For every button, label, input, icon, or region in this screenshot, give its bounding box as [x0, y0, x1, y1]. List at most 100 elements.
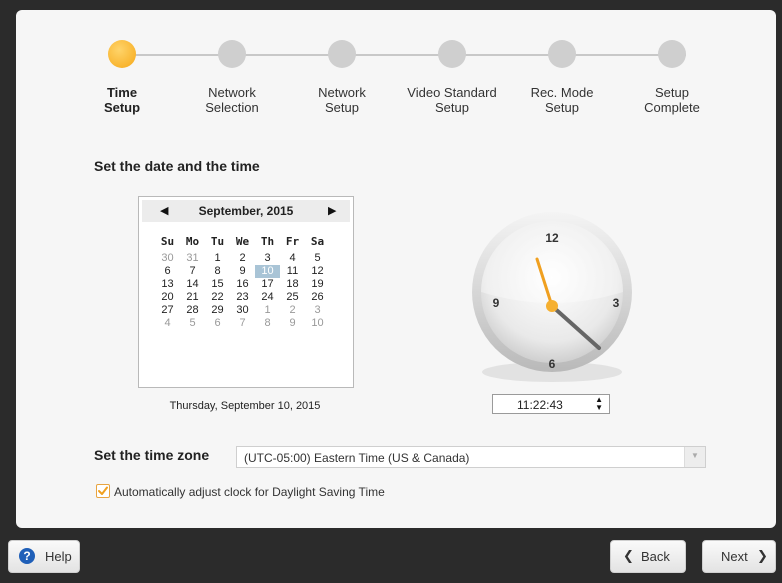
next-button[interactable]: Next ❯: [702, 540, 776, 573]
calendar-day[interactable]: 27: [155, 304, 180, 317]
step-dot-video-standard-setup: [438, 40, 466, 68]
chevron-right-icon: ❯: [757, 548, 768, 563]
chevron-left-icon: ❮: [623, 548, 634, 563]
spinner-icon[interactable]: ▲ ▼: [595, 396, 603, 412]
calendar-day[interactable]: 1: [255, 304, 280, 317]
dst-label: Automatically adjust clock for Daylight …: [114, 485, 385, 499]
timezone-select[interactable]: (UTC-05:00) Eastern Time (US & Canada) ▼: [236, 446, 706, 468]
calendar-day[interactable]: 29: [205, 304, 230, 317]
step-connector-line: [128, 54, 686, 56]
calendar-day[interactable]: 12: [305, 265, 330, 278]
calendar-day[interactable]: 16: [230, 278, 255, 291]
calendar-day[interactable]: 28: [180, 304, 205, 317]
back-button[interactable]: ❮ Back: [610, 540, 686, 573]
weekday-label: Mo: [185, 235, 200, 248]
calendar-week-row: 13 14 15 16 17 18 19: [155, 278, 330, 291]
calendar-day[interactable]: 8: [205, 265, 230, 278]
time-input[interactable]: 11:22:43 ▲ ▼: [492, 394, 610, 414]
calendar-day[interactable]: 2: [230, 252, 255, 265]
chevron-down-icon: ▼: [691, 451, 699, 460]
calendar-week-row: 6 7 8 9 10 11 12: [155, 265, 330, 278]
calendar-day[interactable]: 3: [305, 304, 330, 317]
step-label-setup-complete: Setup Complete: [644, 85, 700, 115]
analog-clock: 12 3 6 9: [469, 196, 639, 391]
weekday-label: We: [235, 235, 250, 248]
dst-checkbox[interactable]: [96, 484, 110, 498]
calendar-header: ◀ September, 2015 ▶: [142, 200, 350, 222]
checkmark-icon: [98, 486, 108, 495]
calendar-day[interactable]: 4: [155, 317, 180, 330]
calendar-day[interactable]: 23: [230, 291, 255, 304]
help-label: Help: [45, 549, 72, 564]
weekday-label: Fr: [285, 235, 300, 248]
calendar-week-row: 27 28 29 30 1 2 3: [155, 304, 330, 317]
triangle-right-icon[interactable]: ▶: [328, 204, 336, 217]
help-button[interactable]: ? Help: [8, 540, 80, 573]
calendar-day[interactable]: 31: [180, 252, 205, 265]
calendar-day[interactable]: 30: [230, 304, 255, 317]
calendar-day[interactable]: 21: [180, 291, 205, 304]
calendar-day[interactable]: 6: [155, 265, 180, 278]
step-label-video-standard-setup: Video Standard Setup: [407, 85, 497, 115]
calendar-week-row: 30 31 1 2 3 4 5: [155, 252, 330, 265]
calendar-day[interactable]: 2: [280, 304, 305, 317]
step-dot-rec-mode-setup: [548, 40, 576, 68]
time-value: 11:22:43: [517, 398, 563, 412]
selected-date-text: Thursday, September 10, 2015: [169, 400, 321, 412]
wizard-panel: Time Setup Network Selection Network Setup …: [16, 10, 776, 528]
calendar-day[interactable]: 8: [255, 317, 280, 330]
calendar-day[interactable]: 18: [280, 278, 305, 291]
clock-center: [546, 300, 558, 312]
datetime-heading: Set the date and the time: [94, 158, 260, 174]
calendar-day[interactable]: 1: [205, 252, 230, 265]
step-dot-time-setup: [108, 40, 136, 68]
calendar-day[interactable]: 10: [255, 265, 280, 278]
timezone-value: (UTC-05:00) Eastern Time (US & Canada): [244, 451, 470, 465]
step-dot-network-selection: [218, 40, 246, 68]
calendar-day[interactable]: 14: [180, 278, 205, 291]
calendar-day[interactable]: 5: [305, 252, 330, 265]
calendar-day[interactable]: 15: [205, 278, 230, 291]
step-label-rec-mode-setup: Rec. Mode Setup: [530, 85, 594, 115]
calendar-day[interactable]: 6: [205, 317, 230, 330]
calendar-day[interactable]: 11: [280, 265, 305, 278]
calendar-day[interactable]: 25: [280, 291, 305, 304]
calendar-weekday-row: Su Mo Tu We Th Fr Sa: [155, 235, 330, 248]
calendar-day[interactable]: 9: [230, 265, 255, 278]
weekday-label: Th: [260, 235, 275, 248]
calendar-month-title: September, 2015: [198, 204, 294, 218]
calendar-day[interactable]: 3: [255, 252, 280, 265]
calendar-day[interactable]: 13: [155, 278, 180, 291]
step-label-time-setup: Time Setup: [103, 85, 141, 115]
calendar-day[interactable]: 4: [280, 252, 305, 265]
calendar-day[interactable]: 19: [305, 278, 330, 291]
calendar-day[interactable]: 9: [280, 317, 305, 330]
calendar-day[interactable]: 22: [205, 291, 230, 304]
clock-number-9: 9: [493, 296, 500, 310]
calendar-day[interactable]: 20: [155, 291, 180, 304]
calendar-week-row: 4 5 6 7 8 9 10: [155, 317, 330, 330]
timezone-dropdown-button[interactable]: ▼: [684, 447, 705, 467]
calendar-day[interactable]: 10: [305, 317, 330, 330]
calendar-day[interactable]: 30: [155, 252, 180, 265]
weekday-label: Su: [160, 235, 175, 248]
clock-number-6: 6: [549, 357, 556, 371]
top-bar: [0, 0, 782, 8]
calendar-grid: Su Mo Tu We Th Fr Sa 30 31 1 2 3 4 5 6 7 8 9 10 11 12 13 14 15 1…: [155, 235, 330, 330]
calendar[interactable]: ◀ September, 2015 ▶ Su Mo Tu We Th Fr Sa 30 31 1 2…: [138, 196, 354, 388]
calendar-week-row: 20 21 22 23 24 25 26: [155, 291, 330, 304]
step-label-network-setup: Network Setup: [318, 85, 366, 115]
calendar-day[interactable]: 5: [180, 317, 205, 330]
calendar-day[interactable]: 17: [255, 278, 280, 291]
timezone-heading: Set the time zone: [94, 447, 210, 463]
calendar-day[interactable]: 24: [255, 291, 280, 304]
back-label: Back: [641, 549, 670, 564]
weekday-label: Tu: [210, 235, 225, 248]
step-dot-setup-complete: [658, 40, 686, 68]
calendar-day[interactable]: 26: [305, 291, 330, 304]
calendar-day[interactable]: 7: [230, 317, 255, 330]
calendar-day[interactable]: 7: [180, 265, 205, 278]
clock-number-3: 3: [613, 296, 620, 310]
step-progress: Time Setup Network Selection Network Setup …: [16, 10, 776, 130]
step-dot-network-setup: [328, 40, 356, 68]
